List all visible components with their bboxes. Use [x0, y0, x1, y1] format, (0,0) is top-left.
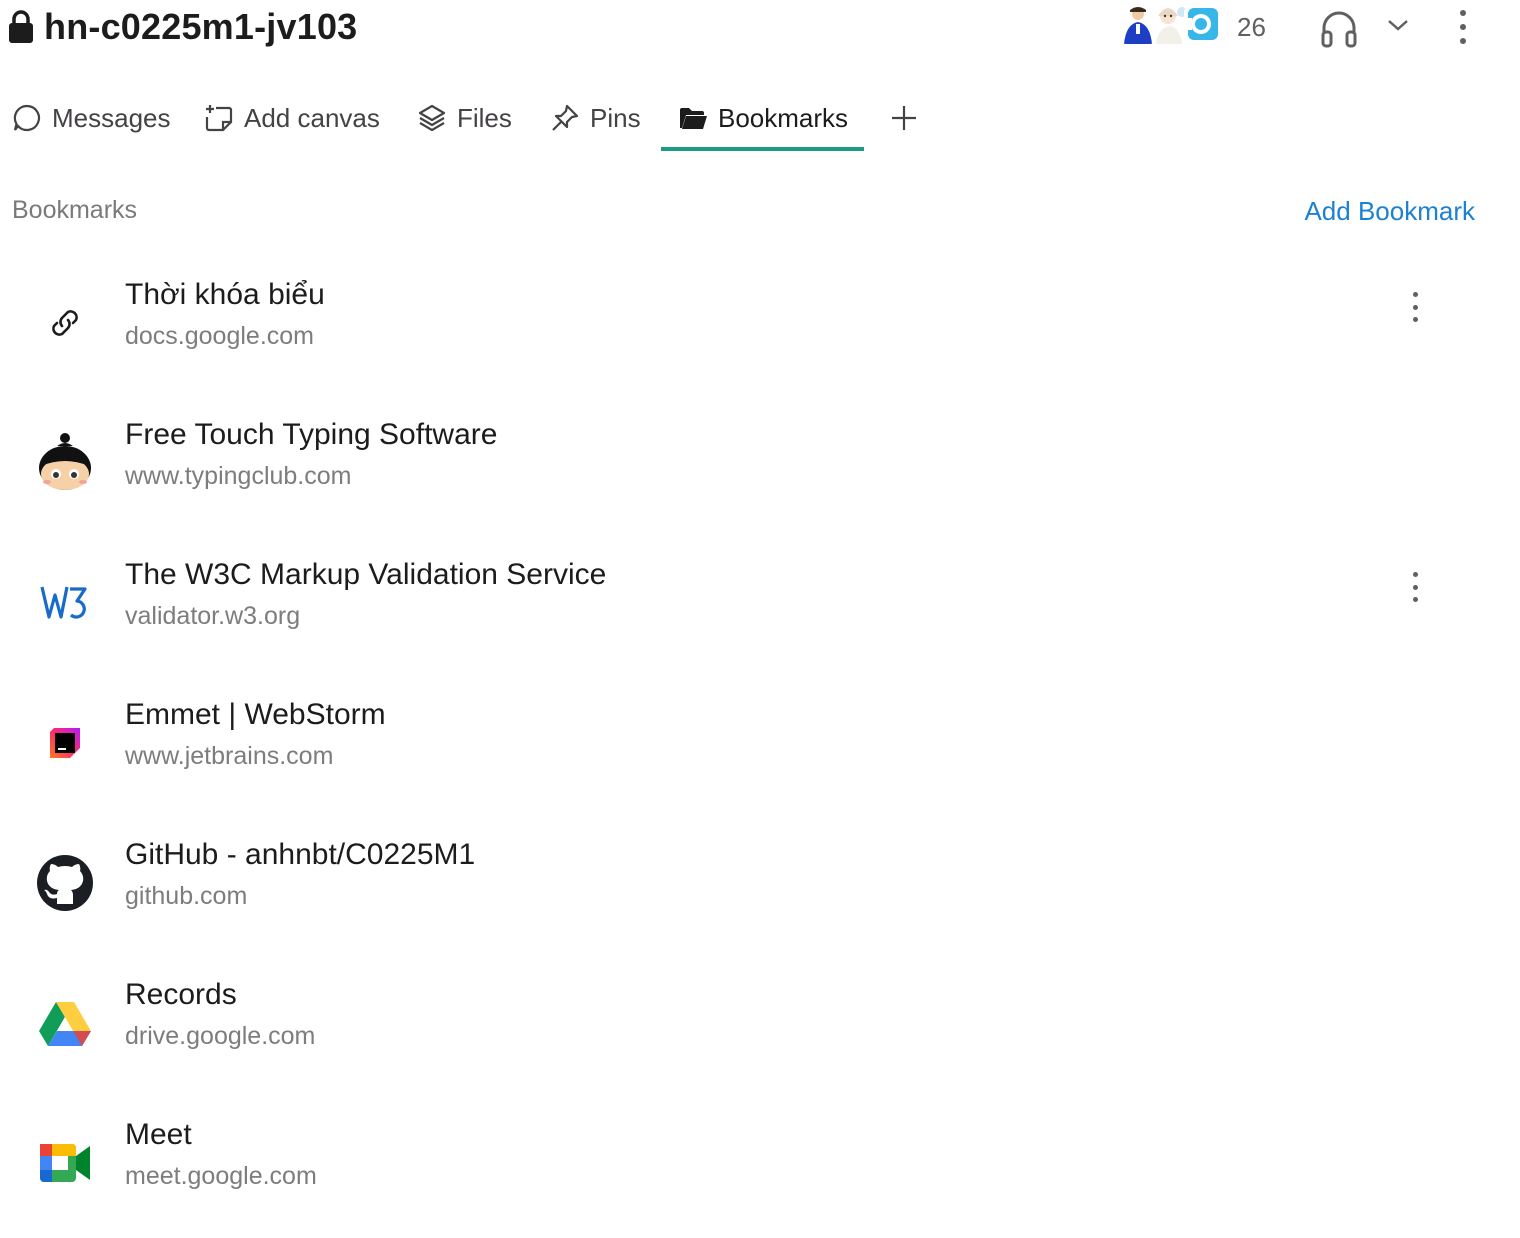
layers-icon — [418, 104, 446, 132]
headphones-icon[interactable] — [1320, 8, 1358, 48]
bookmark-domain: github.com — [125, 882, 248, 910]
lock-icon — [9, 10, 33, 43]
tab-label: Add canvas — [244, 102, 380, 133]
channel-title[interactable]: hn-c0225m1-jv103 — [8, 6, 357, 48]
member-avatars[interactable] — [1120, 6, 1220, 44]
channel-tabs: Messages Add canvas Files Pins Bookmarks — [0, 88, 1520, 154]
channel-header: hn-c0225m1-jv103 26 — [0, 0, 1520, 60]
pin-icon — [552, 104, 579, 131]
add-tab-button[interactable] — [890, 88, 928, 148]
canvas-plus-icon — [205, 105, 233, 132]
bookmark-item[interactable]: GitHub - anhnbt/C0225M1 github.com — [0, 838, 1520, 958]
tab-label: Files — [457, 102, 512, 133]
google-drive-icon — [34, 992, 96, 1054]
w3c-icon — [34, 572, 96, 634]
more-options-icon[interactable] — [1401, 292, 1429, 322]
bookmark-item[interactable]: Meet meet.google.com — [0, 1118, 1520, 1238]
bookmark-item[interactable]: Free Touch Typing Software www.typingclu… — [0, 418, 1520, 538]
tab-bookmarks[interactable]: Bookmarks — [678, 88, 848, 148]
channel-name: hn-c0225m1-jv103 — [44, 6, 358, 47]
add-bookmark-button[interactable]: Add Bookmark — [1304, 196, 1475, 227]
bookmark-domain: www.typingclub.com — [125, 462, 352, 490]
chevron-down-icon[interactable] — [1387, 18, 1409, 32]
tab-pins[interactable]: Pins — [550, 88, 641, 148]
tab-files[interactable]: Files — [417, 88, 512, 148]
bookmark-title: Thời khóa biểu — [125, 278, 325, 311]
bookmark-item[interactable]: Emmet | WebStorm www.jetbrains.com — [0, 698, 1520, 818]
tab-label: Messages — [52, 102, 171, 133]
bookmark-domain: validator.w3.org — [125, 602, 301, 630]
more-options-icon[interactable] — [1459, 10, 1467, 44]
bookmark-title: Meet — [125, 1118, 192, 1151]
bookmark-domain: docs.google.com — [125, 322, 315, 350]
bookmark-item[interactable]: Records drive.google.com — [0, 978, 1520, 1098]
link-icon — [34, 292, 96, 354]
avatar — [1120, 6, 1156, 44]
tab-messages[interactable]: Messages — [12, 88, 171, 148]
github-icon — [34, 852, 96, 914]
more-options-icon[interactable] — [1401, 572, 1429, 602]
plus-icon — [892, 106, 916, 130]
avatar — [1152, 6, 1188, 44]
bookmark-title: Free Touch Typing Software — [125, 418, 498, 451]
bookmark-title: GitHub - anhnbt/C0225M1 — [125, 838, 476, 871]
tab-add-canvas[interactable]: Add canvas — [204, 88, 380, 148]
bookmark-item[interactable]: Thời khóa biểu docs.google.com — [0, 278, 1520, 398]
bookmark-domain: www.jetbrains.com — [125, 742, 334, 770]
bookmark-title: Records — [125, 978, 237, 1011]
bookmarks-section-label: Bookmarks — [12, 196, 138, 224]
bookmark-title: Emmet | WebStorm — [125, 698, 386, 731]
avatar — [1184, 6, 1220, 44]
bookmark-title: The W3C Markup Validation Service — [125, 558, 607, 591]
active-tab-indicator — [661, 147, 864, 151]
bookmark-domain: drive.google.com — [125, 1022, 316, 1050]
message-bubble-icon — [13, 104, 41, 132]
google-meet-icon — [34, 1132, 96, 1194]
bookmark-item[interactable]: The W3C Markup Validation Service valida… — [0, 558, 1520, 678]
bookmark-domain: meet.google.com — [125, 1162, 317, 1190]
member-count[interactable]: 26 — [1237, 12, 1266, 43]
tab-label: Pins — [590, 102, 641, 133]
tab-label: Bookmarks — [718, 102, 849, 133]
folder-icon — [680, 108, 707, 129]
typingclub-icon — [34, 432, 96, 494]
jetbrains-icon — [34, 712, 96, 774]
